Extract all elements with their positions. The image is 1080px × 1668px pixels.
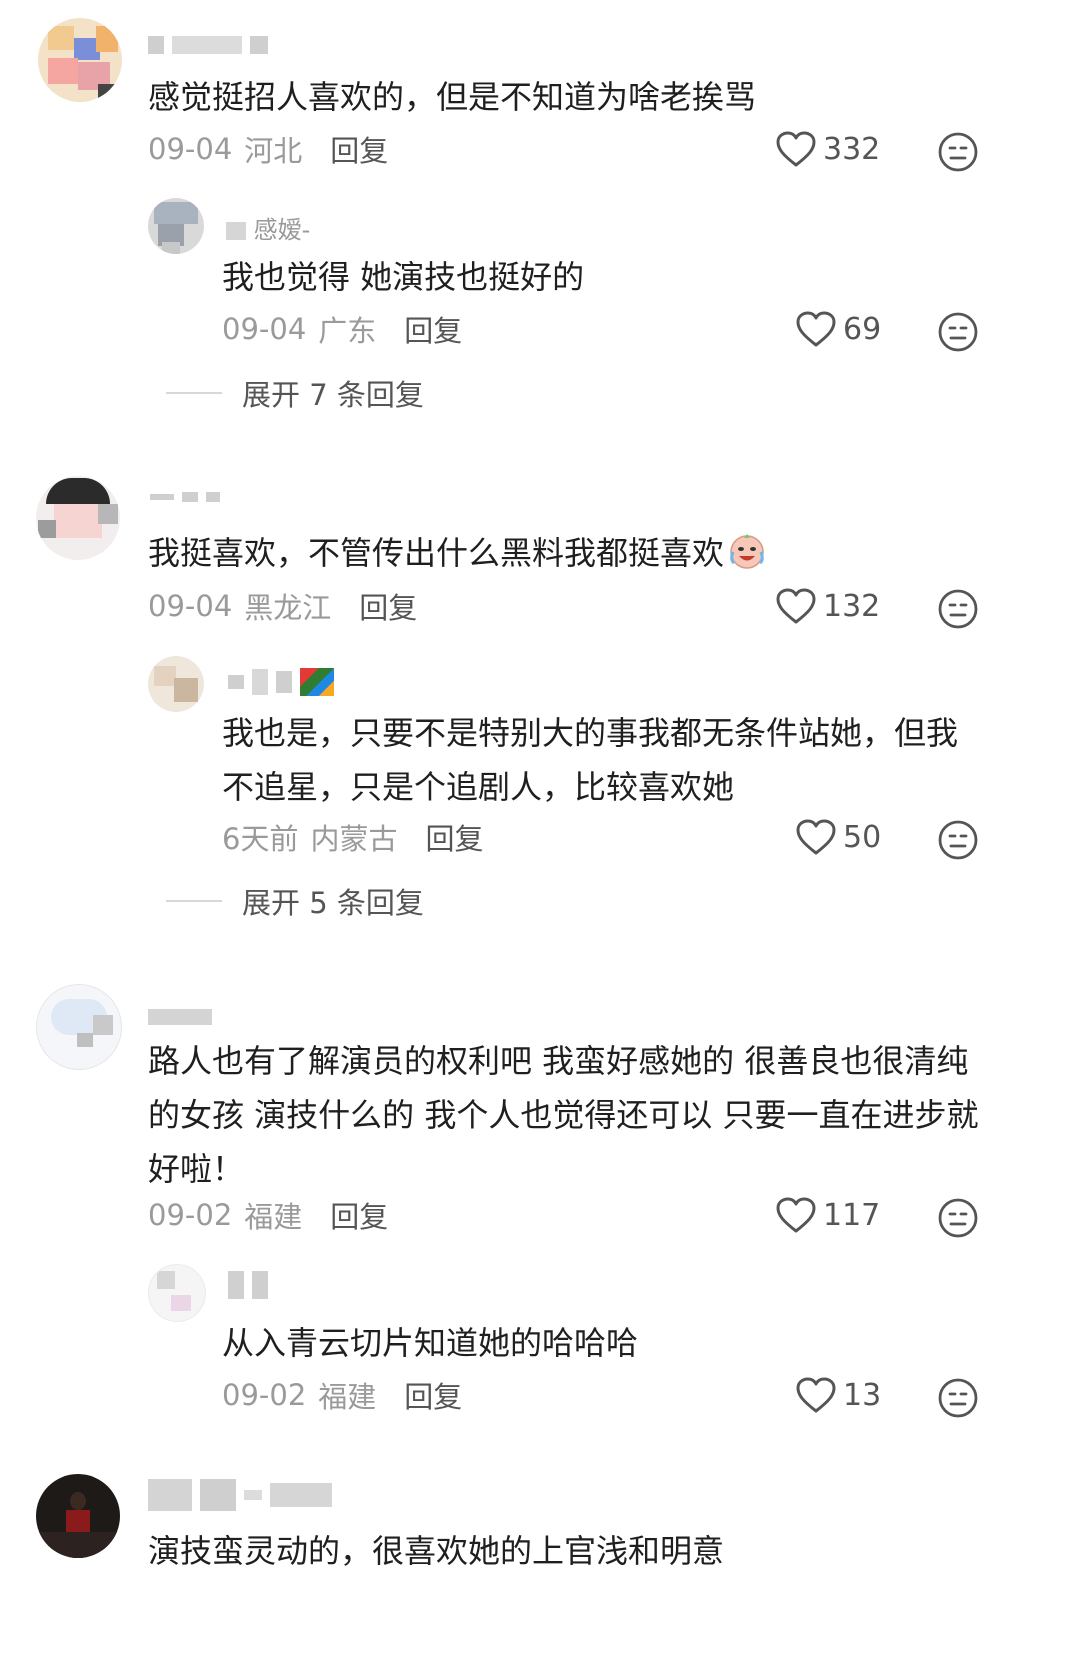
neutral-face-icon[interactable]	[936, 1376, 980, 1420]
heart-outline-icon	[796, 311, 836, 347]
comment-meta: 09-04 河北 回复	[148, 128, 388, 170]
comment-date: 09-02	[148, 1198, 233, 1232]
avatar[interactable]	[36, 1474, 120, 1558]
neutral-face-icon[interactable]	[936, 1196, 980, 1240]
comment-date: 09-04	[148, 132, 233, 166]
reply-button[interactable]: 回复	[404, 1374, 462, 1416]
heart-outline-icon	[776, 588, 816, 624]
comment-text: 演技蛮灵动的，很喜欢她的上官浅和明意	[148, 1532, 725, 1570]
reply-text: 从入青云切片知道她的哈哈哈	[222, 1324, 639, 1362]
reply-location: 内蒙古	[310, 822, 398, 856]
reply-text: 我也觉得 她演技也挺好的	[222, 258, 585, 296]
username-redacted[interactable]	[148, 1478, 332, 1512]
expand-replies-button[interactable]: 展开 7 条回复	[166, 372, 424, 414]
avatar[interactable]	[148, 656, 204, 712]
like-button[interactable]: 117	[775, 1196, 880, 1234]
reply-date: 09-04	[222, 312, 307, 346]
reply-location: 广东	[318, 314, 377, 348]
username-redacted[interactable]	[150, 486, 220, 508]
like-count: 69	[843, 311, 882, 347]
comment-location: 黑龙江	[244, 591, 332, 625]
heart-outline-icon	[776, 131, 816, 167]
username-redacted[interactable]	[228, 668, 334, 696]
avatar[interactable]	[36, 476, 120, 560]
divider	[166, 900, 222, 902]
username-redacted[interactable]	[228, 1270, 268, 1300]
reply-text: 我也是，只要不是特别大的事我都无条件站她，但我 不追星，只是个追剧人，比较喜欢她	[222, 714, 959, 806]
avatar[interactable]	[148, 1264, 206, 1322]
reply-date: 09-02	[222, 1378, 307, 1412]
neutral-face-icon[interactable]	[936, 818, 980, 862]
like-button[interactable]: 332	[775, 130, 880, 168]
like-button[interactable]: 69	[795, 310, 881, 348]
comment-meta: 09-04 黑龙江 回复	[148, 585, 417, 627]
username-redacted[interactable]	[148, 1006, 212, 1028]
reply-button[interactable]: 回复	[330, 128, 388, 170]
heart-outline-icon	[776, 1197, 816, 1233]
expand-replies-button[interactable]: 展开 5 条回复	[166, 880, 424, 922]
comment-text: 路人也有了解演员的权利吧 我蛮好感她的 很善良也很清纯 的女孩 演技什么的 我个…	[148, 1042, 979, 1188]
heart-outline-icon	[796, 819, 836, 855]
badge-icon	[300, 668, 334, 696]
reply-meta: 09-04 广东 回复	[222, 308, 462, 350]
like-count: 117	[823, 1197, 881, 1233]
reply-button[interactable]: 回复	[425, 816, 483, 858]
comment-text: 我挺喜欢，不管传出什么黑料我都挺喜欢	[148, 526, 768, 586]
crying-laughing-emoji-icon	[726, 530, 768, 586]
neutral-face-icon[interactable]	[936, 310, 980, 354]
reply-button[interactable]: 回复	[359, 585, 417, 627]
comment-location: 河北	[244, 134, 303, 168]
like-count: 13	[843, 1377, 882, 1413]
like-count: 50	[843, 819, 882, 855]
comment-meta: 09-02 福建 回复	[148, 1194, 388, 1236]
reply-location: 福建	[318, 1380, 377, 1414]
avatar[interactable]	[36, 984, 122, 1070]
reply-date: 6天前	[222, 822, 299, 856]
like-count: 332	[823, 131, 881, 167]
reply-username[interactable]: 感嫒-	[226, 210, 310, 245]
comment-location: 福建	[244, 1200, 303, 1234]
divider	[166, 392, 222, 394]
avatar[interactable]	[38, 18, 122, 102]
avatar[interactable]	[148, 198, 204, 254]
neutral-face-icon[interactable]	[936, 587, 980, 631]
like-button[interactable]: 13	[795, 1376, 881, 1414]
like-button[interactable]: 50	[795, 818, 881, 856]
like-button[interactable]: 132	[775, 587, 880, 625]
reply-button[interactable]: 回复	[330, 1194, 388, 1236]
reply-button[interactable]: 回复	[404, 308, 462, 350]
comment-date: 09-04	[148, 589, 233, 623]
expand-replies-label: 展开 7 条回复	[242, 378, 424, 412]
username-redacted[interactable]	[148, 34, 268, 56]
neutral-face-icon[interactable]	[936, 130, 980, 174]
reply-meta: 6天前 内蒙古 回复	[222, 816, 483, 858]
expand-replies-label: 展开 5 条回复	[242, 886, 424, 920]
like-count: 132	[823, 588, 881, 624]
reply-meta: 09-02 福建 回复	[222, 1374, 462, 1416]
heart-outline-icon	[796, 1377, 836, 1413]
comment-text: 感觉挺招人喜欢的，但是不知道为啥老挨骂	[148, 78, 757, 116]
